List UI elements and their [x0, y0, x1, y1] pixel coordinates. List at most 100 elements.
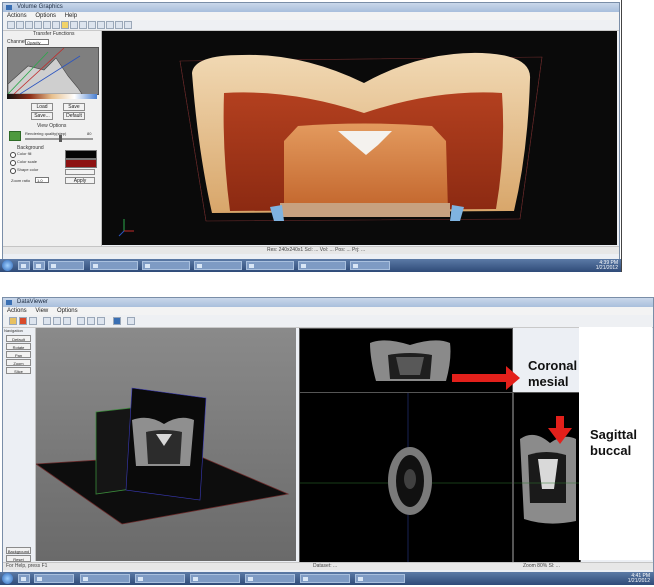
layout-icon[interactable] — [113, 317, 121, 325]
navigation-panel: Navigation Default Rotate Pan Zoom Slice… — [3, 328, 36, 562]
rotate-icon[interactable] — [34, 21, 42, 29]
zoom-in-icon[interactable] — [43, 317, 51, 325]
arrow-icon[interactable] — [29, 317, 37, 325]
top-title-bar[interactable]: Volume Graphics — [3, 3, 619, 12]
zoom-fit-icon[interactable] — [63, 317, 71, 325]
bottom-tray-date: 1/21/2012 — [627, 578, 650, 584]
zoom-value: 1.0 — [37, 178, 43, 183]
choose-button[interactable] — [65, 169, 95, 175]
zoom-input[interactable]: 1.0 — [35, 177, 49, 183]
menu-actions[interactable]: Actions — [7, 13, 27, 19]
nav-default-button[interactable]: Default — [6, 335, 31, 342]
bottom-tray-clock[interactable]: 4:41 PM 1/21/2012 — [628, 574, 650, 584]
taskbar2-app-1[interactable] — [18, 574, 30, 583]
bottom-application-window: DataViewer Actions View Options Navigati… — [2, 297, 654, 574]
taskbar-app-2[interactable] — [33, 261, 45, 270]
bottom-title-bar[interactable]: DataViewer — [3, 298, 653, 307]
start-button-icon[interactable] — [2, 260, 13, 271]
bg-option-2-label: Color scale — [17, 159, 38, 164]
save-icon[interactable] — [16, 21, 24, 29]
pan-icon[interactable] — [43, 21, 51, 29]
top-tray-date: 1/21/2012 — [595, 265, 618, 271]
light-icon[interactable] — [61, 21, 69, 29]
load-button[interactable]: Load — [31, 103, 53, 111]
menu-actions-2[interactable]: Actions — [7, 308, 27, 314]
view-options-title: View Options — [37, 123, 67, 129]
coronal-view-panel[interactable] — [299, 328, 513, 393]
transfer-function-graph[interactable] — [7, 47, 99, 95]
start-button-icon-2[interactable] — [2, 573, 13, 584]
quality-slider-thumb[interactable] — [59, 135, 62, 142]
top-tray-clock[interactable]: 4:39 PM 1/21/2012 — [596, 261, 618, 271]
color-icon[interactable] — [70, 21, 78, 29]
top-toolbar — [3, 20, 619, 31]
save-button[interactable]: Save — [63, 103, 85, 111]
sagittal-label: Sagittal buccal — [590, 427, 637, 459]
app-icon — [6, 5, 12, 10]
axial-view-panel[interactable] — [299, 392, 513, 563]
open-icon-2[interactable] — [9, 317, 17, 325]
channel-select[interactable]: Opacity — [25, 39, 49, 45]
bottom-taskbar: 4:41 PM 1/21/2012 — [0, 572, 654, 585]
menu-options[interactable]: Options — [35, 13, 56, 19]
fullscreen-icon[interactable] — [97, 317, 105, 325]
zoom-out-icon[interactable] — [53, 317, 61, 325]
bg-color-swatch-black[interactable] — [65, 150, 97, 159]
taskbar2-item-1[interactable] — [34, 574, 74, 583]
3d-view-panel[interactable] — [36, 328, 296, 561]
info-icon[interactable] — [115, 21, 123, 29]
bg-option-3-label: Shape color — [17, 167, 39, 172]
navigation-title: Navigation — [4, 328, 23, 333]
taskbar-item-7[interactable] — [350, 261, 390, 270]
print-icon[interactable] — [25, 21, 33, 29]
cube-icon[interactable] — [88, 21, 96, 29]
transfer-curve — [8, 48, 83, 94]
bg-option-2-radio[interactable] — [10, 160, 16, 166]
top-window-title: Volume Graphics — [17, 4, 63, 10]
menu-help[interactable]: Help — [65, 13, 77, 19]
open-icon[interactable] — [7, 21, 15, 29]
taskbar2-item-7[interactable] — [355, 574, 405, 583]
settings-icon[interactable] — [106, 21, 114, 29]
menu-view-2[interactable]: View — [35, 308, 48, 314]
taskbar-item-3[interactable] — [142, 261, 190, 270]
color-ramp[interactable] — [7, 94, 97, 99]
menu-options-2[interactable]: Options — [57, 308, 78, 314]
taskbar-item-5[interactable] — [246, 261, 294, 270]
taskbar2-item-4[interactable] — [190, 574, 240, 583]
bg-option-1-radio[interactable] — [10, 152, 16, 158]
taskbar-item-4[interactable] — [194, 261, 242, 270]
nav-zoom-button[interactable]: Zoom — [6, 359, 31, 366]
bottom-window-title: DataViewer — [17, 299, 48, 305]
taskbar2-item-5[interactable] — [245, 574, 295, 583]
taskbar2-item-2[interactable] — [80, 574, 130, 583]
taskbar-item-6[interactable] — [298, 261, 346, 270]
bg-color-swatch-red[interactable] — [65, 159, 97, 168]
camera-icon[interactable] — [97, 21, 105, 29]
top-taskbar: 4:39 PM 1/21/2012 — [0, 259, 622, 272]
zoom-1to1-icon[interactable] — [77, 317, 85, 325]
background-button[interactable]: Background — [6, 547, 31, 554]
sagittal-view-panel[interactable] — [513, 392, 581, 563]
record-icon[interactable] — [19, 317, 27, 325]
reset-button[interactable]: Reset — [6, 555, 31, 562]
volume-render-viewport[interactable] — [102, 31, 617, 245]
taskbar-app-1[interactable] — [18, 261, 30, 270]
bg-option-3-radio[interactable] — [10, 168, 16, 174]
taskbar2-item-3[interactable] — [135, 574, 185, 583]
taskbar2-item-6[interactable] — [300, 574, 350, 583]
sagittal-slice — [514, 434, 580, 524]
default-button[interactable]: Default — [63, 112, 85, 120]
taskbar-item-1[interactable] — [48, 261, 84, 270]
crop-icon[interactable] — [79, 21, 87, 29]
frame-icon[interactable] — [87, 317, 95, 325]
help-icon[interactable] — [124, 21, 132, 29]
nav-slice-button[interactable]: Slice — [6, 367, 31, 374]
export-icon[interactable] — [127, 317, 135, 325]
apply-button[interactable]: Apply — [65, 177, 95, 184]
taskbar-item-2[interactable] — [90, 261, 138, 270]
zoom-icon[interactable] — [52, 21, 60, 29]
save-as-button[interactable]: Save... — [31, 112, 53, 120]
nav-rotate-button[interactable]: Rotate — [6, 343, 31, 350]
nav-pan-button[interactable]: Pan — [6, 351, 31, 358]
